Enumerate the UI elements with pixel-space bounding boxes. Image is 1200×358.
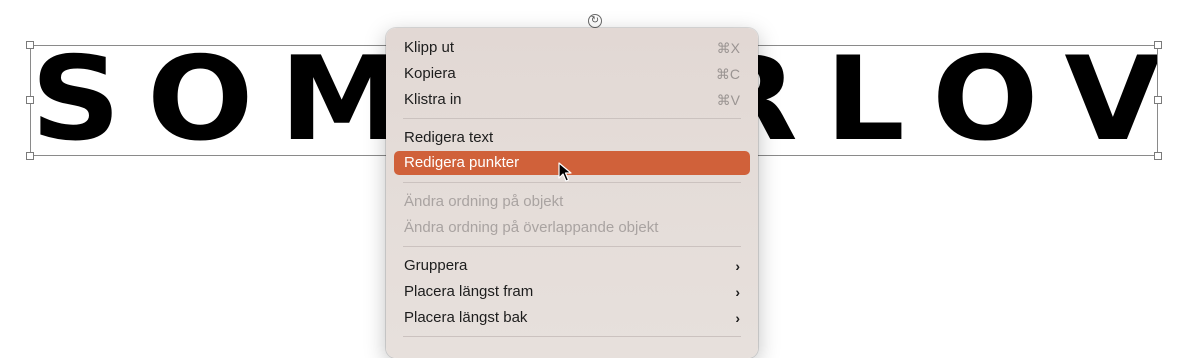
menu-item-label: Klipp ut bbox=[404, 39, 455, 56]
resize-handle-top-right[interactable] bbox=[1154, 41, 1162, 49]
resize-handle-bottom-right[interactable] bbox=[1154, 152, 1162, 160]
menu-item-label: Kopiera bbox=[404, 65, 456, 82]
menu-item-reorder-overlapping: Ändra ordning på överlappande objekt bbox=[394, 216, 750, 240]
menu-item-label: Redigera punkter bbox=[404, 154, 520, 171]
menu-item-bring-to-front[interactable]: Placera längst fram › bbox=[394, 280, 750, 304]
menu-item-label: Klistra in bbox=[404, 91, 462, 108]
menu-item-copy[interactable]: Kopiera ⌘C bbox=[394, 62, 750, 86]
menu-item-label: Placera längst bak bbox=[404, 309, 528, 326]
menu-item-label: Ändra ordning på objekt bbox=[404, 193, 564, 210]
resize-handle-left[interactable] bbox=[26, 96, 34, 104]
rotate-handle-icon[interactable]: ↻ bbox=[588, 14, 602, 28]
menu-item-label: Redigera text bbox=[404, 129, 494, 146]
menu-item-edit-text[interactable]: Redigera text bbox=[394, 126, 750, 150]
menu-item-group[interactable]: Gruppera › bbox=[394, 254, 750, 278]
menu-item-cut[interactable]: Klipp ut ⌘X bbox=[394, 36, 750, 60]
menu-item-label: Gruppera bbox=[404, 257, 468, 274]
menu-item-shortcut: ⌘V bbox=[716, 92, 740, 108]
menu-item-label: Ändra ordning på överlappande objekt bbox=[404, 219, 659, 236]
menu-item-send-to-back[interactable]: Placera längst bak › bbox=[394, 306, 750, 330]
menu-separator bbox=[403, 336, 741, 337]
menu-separator bbox=[403, 182, 741, 183]
resize-handle-top-left[interactable] bbox=[26, 41, 34, 49]
menu-separator bbox=[403, 246, 741, 247]
menu-item-shortcut: ⌘X bbox=[716, 40, 740, 56]
resize-handle-right[interactable] bbox=[1154, 96, 1162, 104]
menu-item-shortcut: ⌘C bbox=[715, 66, 740, 82]
menu-item-label: Placera längst fram bbox=[404, 283, 534, 300]
menu-separator bbox=[403, 118, 741, 119]
chevron-right-icon: › bbox=[735, 310, 740, 326]
menu-item-edit-points[interactable]: Redigera punkter bbox=[394, 151, 750, 175]
context-menu: Klipp ut ⌘X Kopiera ⌘C Klistra in ⌘V Red… bbox=[386, 28, 758, 358]
resize-handle-bottom-left[interactable] bbox=[26, 152, 34, 160]
chevron-right-icon: › bbox=[735, 284, 740, 300]
menu-item-reorder-objects: Ändra ordning på objekt bbox=[394, 190, 750, 214]
menu-item-paste[interactable]: Klistra in ⌘V bbox=[394, 88, 750, 112]
chevron-right-icon: › bbox=[735, 258, 740, 274]
mouse-pointer-icon bbox=[558, 162, 572, 182]
